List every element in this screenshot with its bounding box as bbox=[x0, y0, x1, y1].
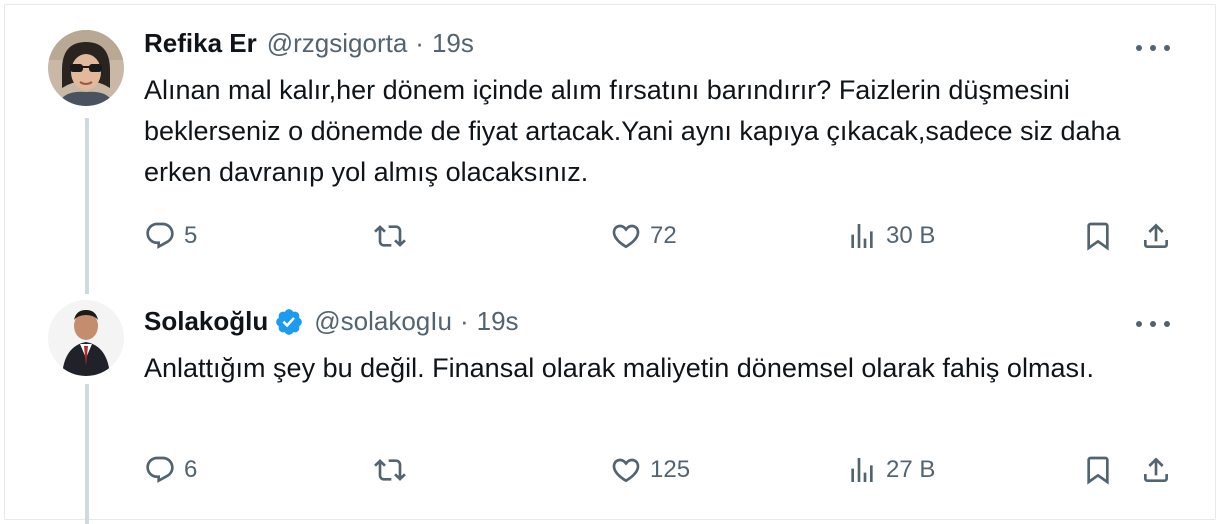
views-button[interactable]: 27 B bbox=[846, 450, 935, 490]
reply-button[interactable]: 6 bbox=[144, 450, 197, 490]
reply-button[interactable]: 5 bbox=[144, 216, 197, 256]
avatar[interactable] bbox=[48, 300, 124, 376]
avatar[interactable] bbox=[48, 30, 124, 106]
like-button[interactable]: 125 bbox=[610, 450, 690, 490]
author-name[interactable]: Refika Er bbox=[144, 28, 257, 59]
more-icon[interactable] bbox=[1136, 38, 1170, 58]
bookmark-icon bbox=[1087, 222, 1109, 251]
bookmark-button[interactable] bbox=[1082, 216, 1114, 256]
bookmark-icon bbox=[1087, 456, 1109, 485]
reply-icon bbox=[146, 456, 174, 483]
tweet-1[interactable]: Refika Er @rzgsigorta · 19s Alınan mal k… bbox=[0, 0, 1222, 294]
separator-dot: · bbox=[415, 28, 424, 58]
like-icon bbox=[612, 458, 640, 483]
share-button[interactable] bbox=[1140, 216, 1172, 256]
like-count: 72 bbox=[650, 222, 677, 249]
author-handle[interactable]: @rzgsigorta bbox=[267, 28, 408, 59]
timestamp[interactable]: 19s bbox=[432, 28, 474, 59]
share-icon bbox=[1144, 223, 1168, 248]
retweet-button[interactable] bbox=[374, 216, 406, 256]
views-count: 30 B bbox=[886, 222, 936, 249]
retweet-icon bbox=[374, 459, 406, 481]
tweet-2[interactable]: Solakoğlu @solakogIu · 19s Anlattığım şe… bbox=[0, 292, 1222, 524]
share-button[interactable] bbox=[1140, 450, 1172, 490]
views-icon bbox=[851, 458, 873, 482]
tweet-text: Anlattığım şey bu değil. Finansal olarak… bbox=[144, 353, 1094, 383]
reply-icon bbox=[146, 222, 174, 249]
reply-count: 5 bbox=[184, 222, 198, 249]
views-button[interactable]: 30 B bbox=[846, 216, 935, 256]
verified-badge-icon bbox=[276, 308, 303, 335]
share-icon bbox=[1144, 457, 1168, 482]
like-icon bbox=[612, 224, 640, 249]
like-button[interactable]: 72 bbox=[610, 216, 677, 256]
views-icon bbox=[851, 224, 873, 248]
action-bar: 5 72 30 B bbox=[0, 216, 1222, 256]
retweet-button[interactable] bbox=[374, 450, 406, 490]
separator-dot: · bbox=[459, 306, 469, 336]
action-bar: 6 125 27 B bbox=[0, 450, 1222, 490]
like-count: 125 bbox=[650, 456, 691, 483]
author-name[interactable]: Solakoğlu bbox=[144, 306, 268, 337]
more-icon[interactable] bbox=[1136, 314, 1170, 334]
views-count: 27 B bbox=[886, 456, 936, 483]
tweet-header: Refika Er @rzgsigorta · 19s bbox=[144, 28, 474, 59]
reply-count: 6 bbox=[184, 456, 198, 483]
tweet-text: Alınan mal kalır,her dönem içinde alım f… bbox=[144, 75, 1121, 187]
bookmark-button[interactable] bbox=[1082, 450, 1114, 490]
retweet-icon bbox=[374, 225, 406, 247]
author-handle[interactable]: @solakogIu bbox=[314, 306, 452, 337]
timestamp[interactable]: 19s bbox=[477, 306, 519, 337]
tweet-header: Solakoğlu @solakogIu · 19s bbox=[144, 306, 519, 337]
thread-line bbox=[85, 118, 89, 294]
